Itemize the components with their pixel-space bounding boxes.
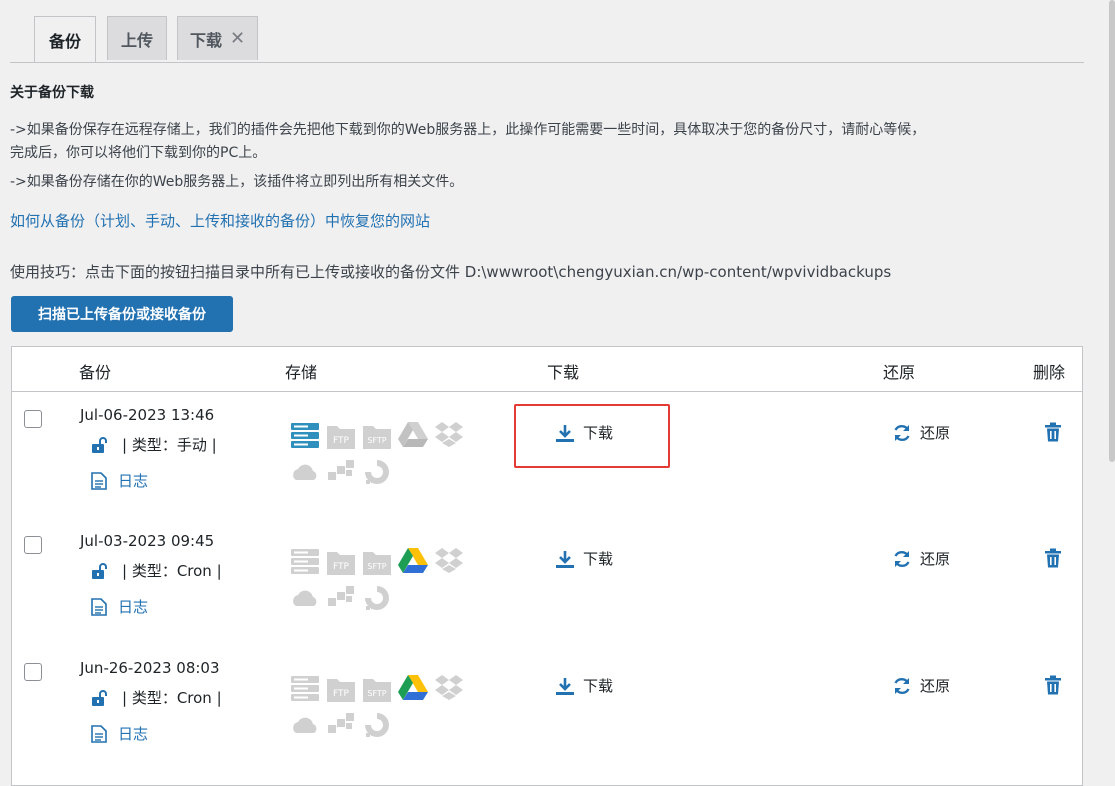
header-restore: 还原 bbox=[883, 363, 916, 382]
tab-download[interactable]: 下载 ✕ bbox=[177, 16, 258, 60]
backup-table: 备份 存储 下载 还原 删除 Jul-06-2023 13:46 | 类型：手动… bbox=[11, 346, 1083, 786]
svg-text:FTP: FTP bbox=[333, 562, 350, 572]
svg-text:SFTP: SFTP bbox=[367, 436, 386, 445]
trash-icon[interactable] bbox=[1044, 422, 1062, 442]
log-link[interactable]: 日志 bbox=[118, 723, 148, 744]
svg-text:FTP: FTP bbox=[333, 689, 350, 699]
section-title: 关于备份下载 bbox=[10, 85, 94, 101]
table-header: 备份 存储 下载 还原 删除 bbox=[12, 347, 1082, 392]
onedrive-icon bbox=[293, 717, 317, 733]
info-line-1b: 完成后，你可以将他们下载到你的PC上。 bbox=[10, 145, 267, 161]
info-line-1: ->如果备份保存在远程存储上，我们的插件会先把他下载到你的Web服务器上，此操作… bbox=[10, 122, 926, 138]
google-drive-icon bbox=[398, 675, 428, 700]
trash-icon[interactable] bbox=[1044, 548, 1062, 568]
restore-button[interactable]: 还原 bbox=[892, 548, 950, 569]
sftp-icon: SFTP bbox=[363, 426, 391, 449]
storage-icons: FTP SFTP bbox=[290, 671, 480, 743]
tab-upload[interactable]: 上传 bbox=[107, 16, 167, 60]
row-checkbox[interactable] bbox=[24, 663, 42, 681]
dropbox-icon bbox=[435, 675, 463, 700]
unlock-icon[interactable] bbox=[91, 562, 109, 580]
header-storage: 存储 bbox=[285, 363, 318, 382]
backup-date: Jul-06-2023 13:46 bbox=[80, 406, 215, 424]
server-icon bbox=[291, 676, 319, 701]
backup-date: Jul-03-2023 09:45 bbox=[80, 532, 215, 550]
ftp-icon: FTP bbox=[327, 552, 355, 575]
backup-date: Jun-26-2023 08:03 bbox=[80, 659, 220, 677]
highlight-box bbox=[514, 404, 670, 468]
restore-label: 还原 bbox=[920, 424, 951, 442]
storage-icons: FTP SFTP bbox=[290, 418, 480, 490]
server-icon bbox=[291, 423, 319, 448]
google-drive-icon bbox=[398, 548, 428, 573]
unlock-icon[interactable] bbox=[91, 436, 109, 454]
scan-button[interactable]: 扫描已上传备份或接收备份 bbox=[11, 296, 233, 332]
s3-icon bbox=[328, 586, 354, 606]
onedrive-icon bbox=[293, 590, 317, 606]
file-text-icon[interactable] bbox=[91, 725, 107, 743]
unlock-icon[interactable] bbox=[91, 689, 109, 707]
log-link[interactable]: 日志 bbox=[118, 470, 148, 491]
log-link[interactable]: 日志 bbox=[118, 596, 148, 617]
restore-button[interactable]: 还原 bbox=[892, 675, 950, 696]
sftp-icon: SFTP bbox=[363, 679, 391, 702]
row-checkbox[interactable] bbox=[24, 410, 42, 428]
dropbox-icon bbox=[435, 422, 463, 447]
onedrive-icon bbox=[293, 464, 317, 480]
server-icon bbox=[291, 549, 319, 574]
svg-text:SFTP: SFTP bbox=[367, 689, 386, 698]
table-row: Jul-06-2023 13:46 | 类型：手动 | 日志 FTP SFTP bbox=[12, 394, 1082, 520]
tab-backup[interactable]: 备份 bbox=[34, 16, 96, 62]
ftp-icon: FTP bbox=[327, 426, 355, 449]
refresh-icon bbox=[894, 550, 910, 567]
backup-type: | 类型：手动 | bbox=[122, 436, 217, 454]
refresh-icon bbox=[894, 677, 910, 694]
download-button[interactable]: 下载 bbox=[555, 675, 613, 696]
s3-icon bbox=[328, 460, 354, 480]
backup-type: | 类型：Cron | bbox=[122, 562, 222, 580]
trash-icon[interactable] bbox=[1044, 675, 1062, 695]
table-row: Jul-03-2023 09:45 | 类型：Cron | 日志 FTP SFT… bbox=[12, 520, 1082, 646]
ftp-icon: FTP bbox=[327, 679, 355, 702]
sftp-icon: SFTP bbox=[363, 552, 391, 575]
download-icon bbox=[556, 677, 574, 695]
download-label: 下载 bbox=[583, 550, 614, 568]
row-checkbox[interactable] bbox=[24, 536, 42, 554]
digitalocean-icon bbox=[365, 460, 389, 484]
scrollbar[interactable] bbox=[1109, 0, 1115, 462]
restore-button[interactable]: 还原 bbox=[892, 422, 950, 443]
restore-guide-link[interactable]: 如何从备份（计划、手动、上传和接收的备份）中恢复您的网站 bbox=[10, 210, 430, 231]
restore-label: 还原 bbox=[920, 550, 951, 568]
file-text-icon[interactable] bbox=[91, 598, 107, 616]
close-icon[interactable]: ✕ bbox=[230, 28, 245, 49]
storage-icons: FTP SFTP bbox=[290, 544, 480, 616]
svg-text:SFTP: SFTP bbox=[367, 562, 386, 571]
header-delete: 删除 bbox=[1033, 363, 1066, 382]
refresh-icon bbox=[894, 424, 910, 441]
download-icon bbox=[556, 550, 574, 568]
header-backup: 备份 bbox=[79, 363, 112, 382]
table-row: Jun-26-2023 08:03 | 类型：Cron | 日志 FTP SFT… bbox=[12, 647, 1082, 773]
s3-icon bbox=[328, 713, 354, 733]
google-drive-icon bbox=[398, 422, 428, 447]
dropbox-icon bbox=[435, 548, 463, 573]
restore-label: 还原 bbox=[920, 677, 951, 695]
digitalocean-icon bbox=[365, 586, 389, 610]
info-line-2: ->如果备份存储在你的Web服务器上，该插件将立即列出所有相关文件。 bbox=[10, 174, 464, 190]
usage-tip: 使用技巧：点击下面的按钮扫描目录中所有已上传或接收的备份文件 D:\wwwroo… bbox=[10, 263, 892, 281]
digitalocean-icon bbox=[365, 713, 389, 737]
header-download: 下载 bbox=[547, 363, 580, 382]
backup-type: | 类型：Cron | bbox=[122, 689, 222, 707]
download-button[interactable]: 下载 bbox=[555, 548, 613, 569]
download-label: 下载 bbox=[583, 677, 614, 695]
tab-bar: 备份 上传 下载 ✕ bbox=[10, 16, 1084, 63]
file-text-icon[interactable] bbox=[91, 472, 107, 490]
svg-text:FTP: FTP bbox=[333, 436, 350, 446]
